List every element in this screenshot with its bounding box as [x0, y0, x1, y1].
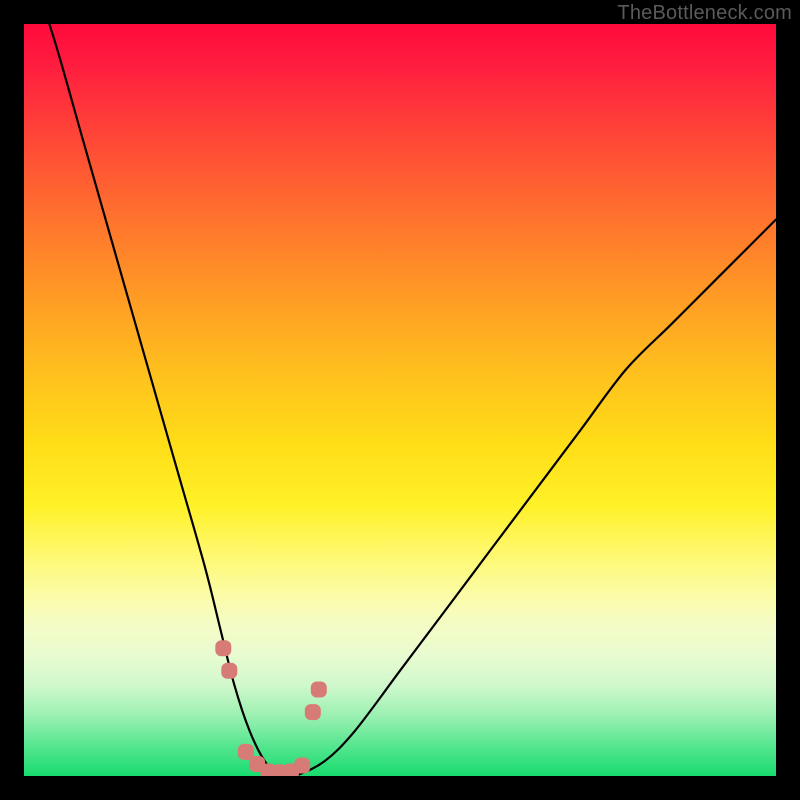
- curve-marker: [305, 704, 321, 720]
- plot-area: [24, 24, 776, 776]
- curve-marker: [311, 682, 327, 698]
- watermark-text: TheBottleneck.com: [617, 2, 792, 25]
- chart-frame: TheBottleneck.com: [0, 0, 800, 800]
- bottleneck-curve: [24, 24, 776, 776]
- marker-group: [215, 640, 326, 776]
- curve-marker: [221, 663, 237, 679]
- curve-layer: [24, 24, 776, 776]
- curve-marker: [215, 640, 231, 656]
- curve-marker: [294, 758, 310, 774]
